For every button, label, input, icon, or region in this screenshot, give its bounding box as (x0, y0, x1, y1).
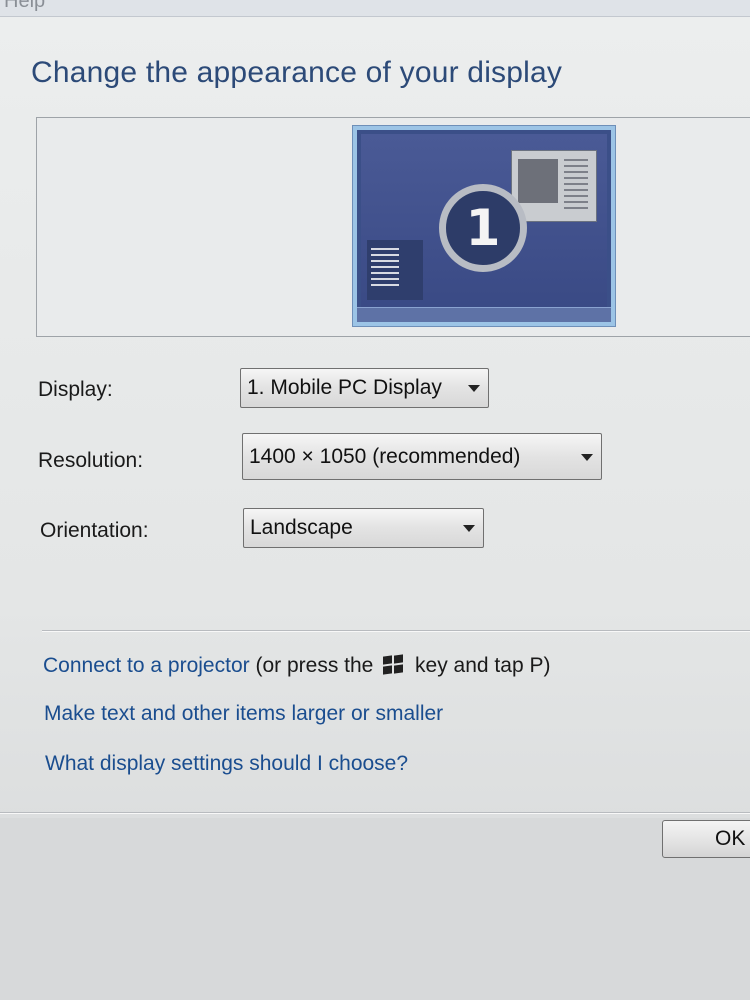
footer-separator (0, 812, 750, 813)
menu-bar: Help (0, 0, 750, 17)
menu-item-help[interactable]: Help (4, 0, 45, 13)
monitor-number-badge: 1 (439, 184, 527, 272)
ok-button[interactable]: OK (662, 820, 750, 858)
orientation-label: Orientation: (40, 519, 149, 542)
display-label: Display: (38, 378, 113, 401)
display-dropdown[interactable]: 1. Mobile PC Display (240, 368, 489, 408)
display-settings-window: Help Change the appearance of your displ… (0, 0, 750, 1000)
preview-taskbar (357, 307, 611, 322)
resolution-dropdown-value: 1400 × 1050 (recommended) (249, 444, 521, 468)
footer-area (0, 818, 750, 1000)
preview-sidebar-thumbnail (367, 240, 423, 300)
resolution-label: Resolution: (38, 449, 144, 472)
projector-hint-prefix: (or press the (255, 654, 374, 677)
resolution-dropdown[interactable]: 1400 × 1050 (recommended) (242, 433, 602, 480)
windows-logo-icon (383, 654, 405, 675)
projector-link-row: Connect to a projector (or press the key… (43, 654, 550, 678)
monitor-1-preview[interactable]: 1 (353, 126, 615, 326)
connect-projector-link[interactable]: Connect to a projector (43, 654, 250, 677)
chevron-down-icon (468, 385, 480, 392)
orientation-dropdown-value: Landscape (250, 516, 353, 539)
text-size-link[interactable]: Make text and other items larger or smal… (44, 702, 443, 726)
display-dropdown-value: 1. Mobile PC Display (247, 376, 442, 399)
chevron-down-icon (581, 453, 593, 461)
monitor-number: 1 (465, 199, 501, 257)
page-title: Change the appearance of your display (31, 56, 563, 89)
display-help-link[interactable]: What display settings should I choose? (45, 752, 408, 776)
projector-hint-suffix: key and tap P) (415, 654, 551, 677)
orientation-dropdown[interactable]: Landscape (243, 508, 484, 548)
separator (42, 630, 750, 631)
chevron-down-icon (463, 525, 475, 532)
monitor-desktop: 1 (361, 134, 607, 308)
